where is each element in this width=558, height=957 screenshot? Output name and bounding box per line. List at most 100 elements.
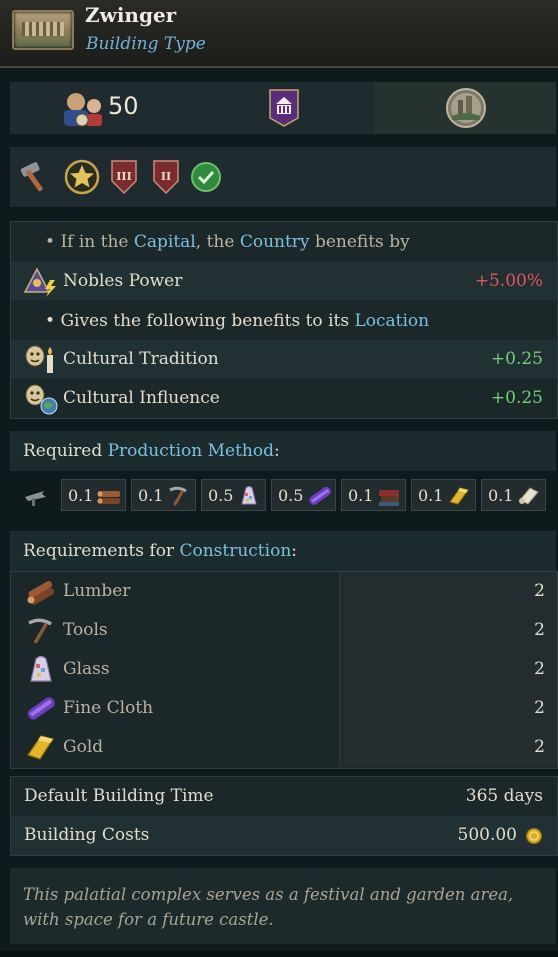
building-time-row: Default Building Time 365 days: [11, 777, 557, 816]
construction-requirements: Lumber 2 Tools 2 Glass 2 Fine Cloth 2 Go…: [10, 571, 558, 769]
gold-coin-icon: [525, 827, 543, 845]
cultural-influence-icon: [25, 384, 58, 415]
construction-heading: Requirements for Construction:: [10, 531, 556, 571]
capital-line-mid: , the: [195, 232, 235, 252]
building-type-subtitle: Building Type: [86, 34, 206, 54]
pm-input-amount: 0.1: [68, 486, 94, 505]
building-time-label: Default Building Time: [24, 786, 214, 806]
requirement-row-tools[interactable]: Tools 2: [11, 611, 557, 650]
pm-input-gold[interactable]: 0.1: [411, 479, 476, 511]
glass-icon: [241, 486, 257, 505]
fine-cloth-icon: [27, 697, 55, 720]
requirement-name: Lumber: [63, 581, 131, 601]
cultural-tradition-icon: [25, 345, 53, 373]
capital-line-pre: If in the: [60, 232, 129, 252]
population-value: 50: [108, 92, 139, 120]
stats-bar: 50: [10, 82, 556, 134]
lumber-icon: [27, 581, 55, 605]
pm-input-lumber[interactable]: 0.1: [61, 479, 126, 511]
building-cost-value: 500.00: [457, 825, 517, 845]
requirement-amount: 2: [534, 737, 545, 757]
approved-check-icon[interactable]: [190, 161, 222, 193]
capital-line-post: benefits by: [314, 232, 410, 252]
requirement-row-glass[interactable]: Glass 2: [11, 650, 557, 689]
location-benefit-line: • Gives the following benefits to its Lo…: [11, 302, 557, 340]
capital-link[interactable]: Capital: [134, 232, 196, 252]
cultural-influence-value: +0.25: [490, 388, 543, 408]
bullet: •: [45, 232, 56, 252]
building-cost-row: Building Costs 500.00: [11, 816, 557, 855]
badge-row: III II: [10, 147, 556, 207]
tools-icon: [169, 486, 187, 506]
location-icon[interactable]: [444, 86, 488, 130]
svg-text:II: II: [161, 170, 171, 183]
building-thumbnail: [12, 10, 74, 50]
pm-input-glass[interactable]: 0.5: [201, 479, 266, 511]
bullet: •: [45, 311, 56, 331]
pm-input-paper[interactable]: 0.1: [481, 479, 546, 511]
row-right-cell: [339, 611, 558, 650]
production-heading-pre: Required: [23, 441, 103, 461]
row-right-cell: [339, 689, 558, 728]
star-medal-icon[interactable]: [64, 159, 100, 195]
lumber-icon: [97, 491, 120, 504]
production-method-link[interactable]: Production Method: [108, 441, 274, 461]
pm-input-amount: 0.1: [138, 486, 164, 505]
requirement-name: Tools: [63, 620, 108, 640]
construction-link[interactable]: Construction: [179, 541, 291, 561]
nobles-power-row[interactable]: Nobles Power +5.00%: [11, 262, 557, 300]
cultural-tradition-label: Cultural Tradition: [63, 349, 219, 369]
pm-input-amount: 0.1: [348, 486, 374, 505]
building-title: Zwinger: [85, 3, 177, 27]
hammer-icon[interactable]: [18, 159, 54, 195]
pm-input-tools[interactable]: 0.1: [131, 479, 196, 511]
tier-three-shield-icon[interactable]: III: [110, 159, 138, 195]
pm-input-amount: 0.1: [418, 486, 444, 505]
requirement-amount: 2: [534, 620, 545, 640]
tools-icon: [28, 618, 52, 644]
requirement-amount: 2: [534, 659, 545, 679]
location-line-pre: Gives the following benefits to its: [60, 311, 350, 331]
requirement-amount: 2: [534, 581, 545, 601]
requirement-row-lumber[interactable]: Lumber 2: [11, 572, 557, 611]
requirement-row-gold[interactable]: Gold 2: [11, 728, 557, 767]
gold-icon: [27, 735, 54, 760]
nobles-power-icon: [23, 267, 56, 297]
country-link[interactable]: Country: [240, 232, 310, 252]
requirement-name: Glass: [63, 659, 110, 679]
cultural-influence-row[interactable]: Cultural Influence +0.25: [11, 379, 557, 417]
requirement-row-fine-cloth[interactable]: Fine Cloth 2: [11, 689, 557, 728]
requirement-amount: 2: [534, 698, 545, 718]
books-icon: [379, 490, 399, 506]
paper-icon: [519, 487, 539, 505]
svg-text:III: III: [116, 170, 131, 183]
requirement-name: Gold: [63, 737, 104, 757]
cultural-influence-label: Cultural Influence: [63, 388, 220, 408]
production-method-icon[interactable]: [22, 485, 48, 507]
row-right-cell: [339, 728, 558, 767]
pm-input-amount: 0.1: [488, 486, 514, 505]
nobles-power-value: +5.00%: [474, 271, 543, 291]
nobility-estate-icon[interactable]: [268, 88, 300, 128]
glass-icon: [30, 655, 52, 682]
pm-input-amount: 0.5: [278, 486, 304, 505]
pm-input-fine-cloth[interactable]: 0.5: [271, 479, 336, 511]
tooltip-bottom-edge: [0, 951, 558, 957]
row-right-cell: [339, 572, 558, 611]
modifier-panel: • If in the Capital, the Country benefit…: [10, 221, 558, 419]
location-link[interactable]: Location: [354, 311, 429, 331]
gold-icon: [449, 487, 469, 505]
pm-input-books[interactable]: 0.1: [341, 479, 406, 511]
population-icon[interactable]: [62, 88, 104, 128]
cultural-tradition-row[interactable]: Cultural Tradition +0.25: [11, 340, 557, 378]
construction-heading-post: :: [291, 541, 297, 561]
tier-two-shield-icon[interactable]: II: [152, 159, 180, 195]
flavor-text-panel: This palatial complex serves as a festiv…: [10, 868, 556, 944]
capital-benefit-line: • If in the Capital, the Country benefit…: [11, 222, 557, 260]
construction-heading-pre: Requirements for: [23, 541, 175, 561]
tooltip-header: Zwinger Building Type: [0, 0, 558, 68]
requirement-name: Fine Cloth: [63, 698, 154, 718]
row-right-cell: [339, 650, 558, 689]
cultural-tradition-value: +0.25: [490, 349, 543, 369]
production-inputs-row: 0.1 0.1 0.5 0.5 0.1 0.1 0.1: [10, 477, 556, 515]
